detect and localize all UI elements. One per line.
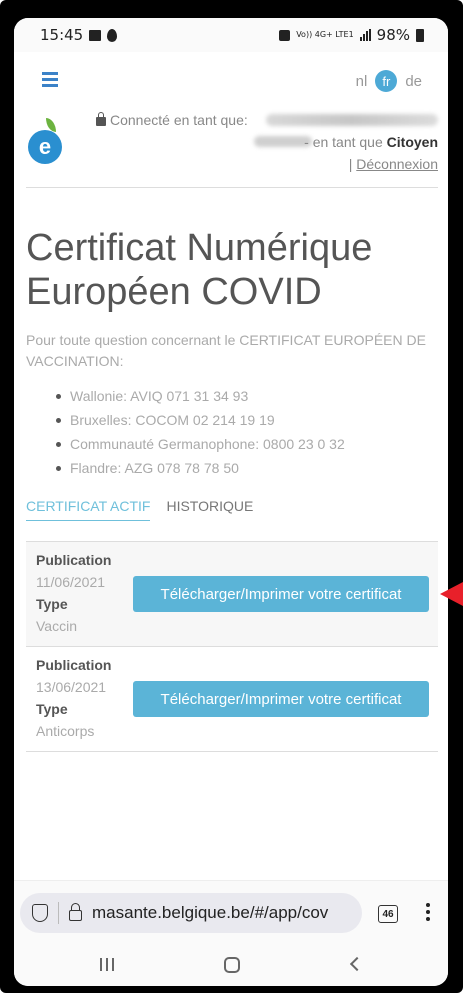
contact-item: Wallonie: AVIQ 071 31 34 93	[56, 384, 436, 408]
lang-de[interactable]: de	[405, 73, 422, 90]
role-line: - en tant que Citoyen	[304, 134, 438, 150]
padlock-icon[interactable]	[69, 902, 82, 921]
status-time: 15:45	[40, 26, 84, 44]
lock-icon	[96, 112, 106, 126]
logout-separator: |	[348, 156, 353, 172]
status-bar: 15:45 Vo)) 4G+ LTE1 98%	[14, 18, 448, 52]
type-value: Vaccin	[36, 618, 77, 634]
android-nav-bar	[14, 940, 448, 986]
certificate-row: Publication 11/06/2021 Type Vaccin Téléc…	[26, 542, 438, 647]
overflow-menu-icon[interactable]	[426, 903, 430, 924]
publication-date: 13/06/2021	[36, 679, 107, 695]
contact-list: Wallonie: AVIQ 071 31 34 93 Bruxelles: C…	[56, 384, 436, 480]
masante-logo[interactable]: e	[26, 118, 64, 168]
contact-item: Bruxelles: COCOM 02 214 19 19	[56, 408, 436, 432]
connected-as-line: Connecté en tant que:	[96, 112, 248, 128]
hamburger-menu-icon[interactable]	[42, 72, 58, 87]
type-value: Anticorps	[36, 723, 95, 739]
recent-apps-icon[interactable]	[100, 958, 114, 971]
logo-disc: e	[28, 130, 62, 164]
certificate-table: Publication 11/06/2021 Type Vaccin Téléc…	[26, 541, 438, 752]
back-icon[interactable]	[349, 956, 365, 972]
gallery-icon	[89, 29, 102, 41]
status-right: Vo)) 4G+ LTE1 98%	[279, 26, 424, 44]
logout-link[interactable]: Déconnexion	[356, 156, 438, 172]
signal-icon	[359, 29, 371, 41]
url-box[interactable]: masante.belgique.be/#/app/cov	[20, 893, 362, 933]
contact-item: Flandre: AZG 078 78 78 50	[56, 456, 436, 480]
publication-label: Publication	[36, 657, 112, 673]
tab-count-button[interactable]: 46	[378, 905, 398, 923]
drop-icon	[107, 28, 118, 42]
publication-date: 11/06/2021	[36, 574, 106, 590]
status-left: 15:45	[40, 26, 118, 44]
certificate-tabs: CERTIFICAT ACTIF HISTORIQUE	[26, 498, 253, 521]
phone-screen: 15:45 Vo)) 4G+ LTE1 98% nl fr de e Conne…	[14, 18, 448, 986]
battery-percent: 98%	[376, 26, 410, 44]
shield-icon[interactable]	[32, 904, 48, 922]
contact-item: Communauté Germanophone: 0800 23 0 32	[56, 432, 436, 456]
home-icon[interactable]	[224, 957, 240, 973]
language-switcher: nl fr de	[356, 70, 422, 92]
role-prefix: - en tant que	[304, 134, 383, 150]
user-bar: e Connecté en tant que: - en tant que Ci…	[26, 110, 438, 188]
page-title: Certificat Numérique Européen COVID	[26, 227, 373, 313]
redacted-username	[266, 114, 438, 126]
certificate-row: Publication 13/06/2021 Type Anticorps Té…	[26, 647, 438, 752]
lang-nl[interactable]: nl	[356, 73, 368, 90]
logout-line: | Déconnexion	[349, 156, 438, 172]
lang-fr[interactable]: fr	[375, 70, 398, 92]
role-name: Citoyen	[386, 134, 438, 150]
download-certificate-button[interactable]: Télécharger/Imprimer votre certificat	[133, 681, 429, 717]
top-nav: nl fr de	[14, 58, 448, 104]
download-certificate-button[interactable]: Télécharger/Imprimer votre certificat	[133, 576, 429, 612]
connected-as-label: Connecté en tant que:	[110, 112, 248, 128]
lock-status-icon	[279, 29, 291, 41]
publication-label: Publication	[36, 552, 112, 568]
battery-icon	[416, 28, 424, 42]
type-label: Type	[36, 701, 68, 717]
url-text[interactable]: masante.belgique.be/#/app/cov	[92, 903, 328, 923]
tab-history[interactable]: HISTORIQUE	[166, 498, 253, 521]
intro-text: Pour toute question concernant le CERTIF…	[26, 332, 426, 369]
divider	[58, 902, 59, 924]
tab-active-certificate[interactable]: CERTIFICAT ACTIF	[26, 498, 151, 521]
type-label: Type	[36, 596, 68, 612]
annotation-arrow-icon	[440, 582, 463, 606]
network-indicator: Vo)) 4G+ LTE1	[296, 30, 354, 39]
browser-address-bar: masante.belgique.be/#/app/cov 46	[14, 880, 448, 940]
